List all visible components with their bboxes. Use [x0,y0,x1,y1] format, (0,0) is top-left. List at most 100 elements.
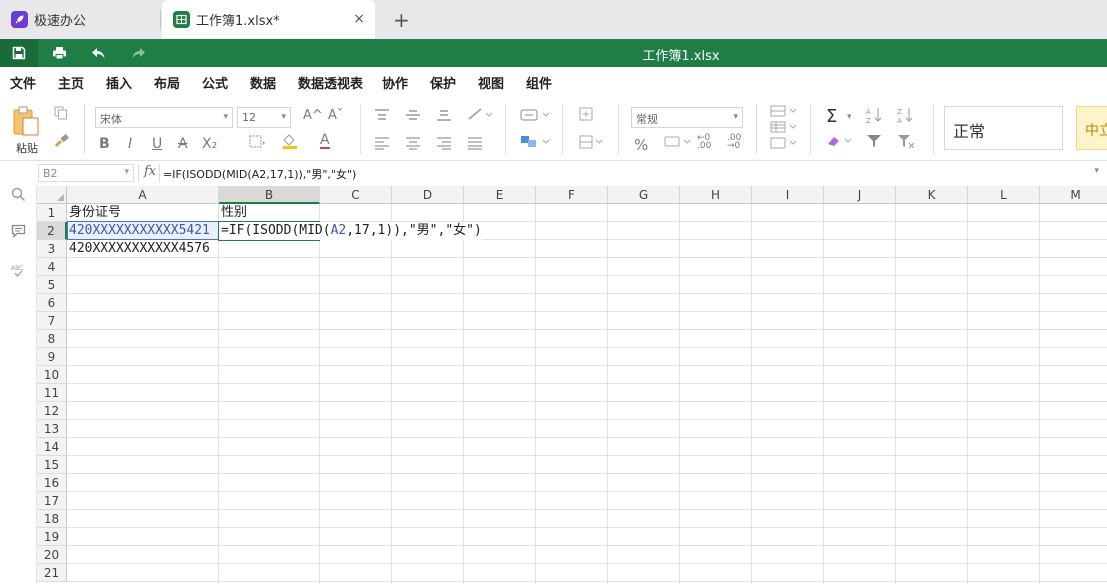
menu-pivot-table[interactable]: 数据透视表 [298,73,363,92]
row-header[interactable]: 3 [37,240,67,258]
row-header[interactable]: 19 [37,528,67,546]
search-icon[interactable] [9,185,27,203]
row-header[interactable]: 15 [37,456,67,474]
name-box[interactable]: B2 ▾ [38,164,134,182]
row-header[interactable]: 13 [37,420,67,438]
column-header[interactable]: I [752,186,824,204]
cell-a1[interactable]: 身份证号 [67,204,219,222]
comment-icon[interactable] [9,222,27,240]
menu-components[interactable]: 组件 [526,73,552,92]
column-header[interactable]: D [392,186,464,204]
sum-button[interactable]: Σ [826,106,837,127]
row-header[interactable]: 16 [37,474,67,492]
subscript-button[interactable]: X₂ [202,136,217,152]
column-header[interactable]: E [464,186,536,204]
row-header[interactable]: 14 [37,438,67,456]
column-header[interactable]: B [219,186,320,204]
menu-collaborate[interactable]: 协作 [382,73,408,92]
increase-font-button[interactable]: A^ [303,108,323,123]
row-header[interactable]: 10 [37,366,67,384]
column-header[interactable]: C [320,186,392,204]
clear-filter-icon[interactable] [897,134,915,152]
decrease-font-button[interactable]: Aˇ [328,108,343,123]
menu-file[interactable]: 文件 [10,73,36,92]
spreadsheet-grid[interactable]: A B C D E F G H I J K L M 1 2 3 4 5 6 7 8 9 10 11 12 13 14 15 16 17 18… [37,186,1107,584]
filter-icon[interactable] [866,134,882,152]
row-header[interactable]: 17 [37,492,67,510]
bold-button[interactable]: B [99,136,110,152]
wrap-text-icon[interactable] [520,108,552,126]
format-painter-icon[interactable] [54,133,70,152]
cell-editor[interactable]: =IF(ISODD(MID(A2,17,1)),"男","女") [219,222,482,240]
select-all-corner[interactable] [37,186,67,204]
row-header[interactable]: 5 [37,276,67,294]
row-header[interactable]: 8 [37,330,67,348]
row-header[interactable]: 1 [37,204,67,222]
fx-icon[interactable]: fx [144,164,156,179]
paste-button[interactable] [12,106,40,140]
column-header[interactable]: L [968,186,1040,204]
underline-button[interactable]: U [152,136,162,152]
copy-icon[interactable] [54,106,68,124]
menu-view[interactable]: 视图 [478,73,504,92]
font-size-select[interactable]: 12 ▾ [237,107,291,128]
menu-data[interactable]: 数据 [250,73,276,92]
new-tab-button[interactable]: + [393,8,410,32]
row-header[interactable]: 7 [37,312,67,330]
column-header[interactable]: M [1040,186,1107,204]
align-right-icon[interactable] [436,136,452,154]
sort-desc-icon[interactable]: ZA [897,106,913,128]
cell-a3[interactable]: 420XXXXXXXXXXX4576 [67,240,219,258]
text-orientation-icon[interactable] [467,106,493,126]
cell-style-icon[interactable] [770,136,798,154]
row-header[interactable]: 11 [37,384,67,402]
align-left-icon[interactable] [374,136,390,154]
font-color-button[interactable]: A [320,133,330,149]
column-header[interactable]: F [536,186,608,204]
chevron-down-icon[interactable]: ▾ [1094,166,1099,176]
tab-jisu-office[interactable]: 极速办公 [0,0,160,39]
column-header[interactable]: H [680,186,752,204]
menu-protect[interactable]: 保护 [430,73,456,92]
column-header[interactable]: G [608,186,680,204]
spellcheck-icon[interactable]: ABC [9,261,27,279]
decrease-decimal-icon[interactable]: .00 →0 [727,134,741,151]
strikethrough-button[interactable]: A [178,136,188,152]
row-header[interactable]: 9 [37,348,67,366]
fill-color-icon[interactable] [281,132,299,154]
style-neutral[interactable]: 中立 [1076,106,1107,150]
increase-decimal-icon[interactable]: ←0.00 [697,134,711,151]
row-header[interactable]: 21 [37,564,67,582]
justify-icon[interactable] [467,136,483,154]
menu-layout[interactable]: 布局 [154,73,180,92]
column-header[interactable]: J [824,186,896,204]
percent-button[interactable]: % [634,136,648,154]
row-header[interactable]: 18 [37,510,67,528]
chevron-down-icon[interactable]: ▾ [847,112,852,122]
menu-home[interactable]: 主页 [58,73,85,98]
column-header[interactable]: A [67,186,219,204]
align-middle-icon[interactable] [405,108,421,126]
style-normal[interactable]: 正常 [944,106,1063,150]
border-icon[interactable] [248,134,266,154]
merge-cells-icon[interactable] [520,134,552,154]
eraser-icon[interactable] [826,134,854,152]
column-header[interactable]: K [896,186,968,204]
row-header[interactable]: 4 [37,258,67,276]
formula-input[interactable]: =IF(ISODD(MID(A2,17,1)),"男","女") [163,166,356,182]
close-icon[interactable]: × [353,11,365,27]
italic-button[interactable]: I [128,136,132,152]
tab-workbook[interactable]: 工作簿1.xlsx* × [162,0,375,39]
row-header[interactable]: 20 [37,546,67,564]
align-top-icon[interactable] [374,108,390,126]
font-name-select[interactable]: 宋体 ▾ [95,107,233,128]
align-bottom-icon[interactable] [436,108,452,126]
menu-formula[interactable]: 公式 [202,73,228,92]
row-header[interactable]: 2 [37,222,67,240]
cell-b1[interactable]: 性别 [219,204,320,222]
row-header[interactable]: 12 [37,402,67,420]
delete-cells-icon[interactable] [578,134,604,154]
sort-asc-icon[interactable]: AZ [866,106,882,128]
align-center-icon[interactable] [405,136,421,154]
number-format-select[interactable]: 常规 ▾ [631,107,743,128]
